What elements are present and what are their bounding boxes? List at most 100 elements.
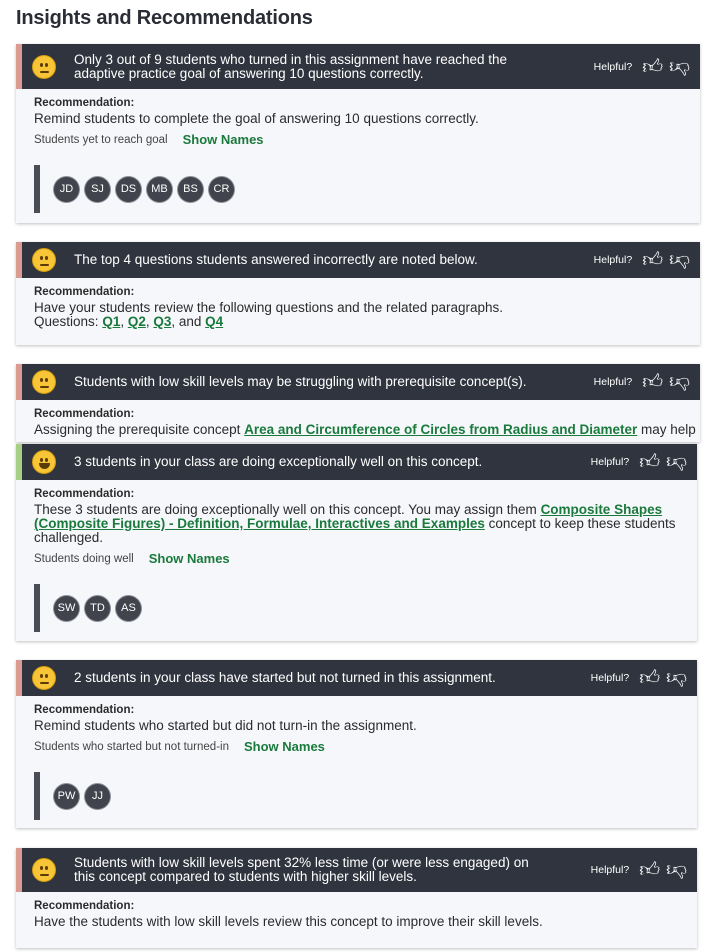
thumbs-up-icon[interactable]: 👍︎ (639, 452, 660, 472)
insight-text: Only 3 out of 9 students who turned in t… (74, 51, 508, 81)
insight-header: 2 students in your class have started bu… (16, 660, 697, 696)
insight-header: Students with low skill levels may be st… (16, 364, 700, 400)
helpful-feedback: Helpful? 👍︎ 👍︎ (593, 56, 690, 78)
thumbs-up-icon[interactable]: 👍︎ (642, 250, 663, 270)
recommendation-text: Have the students with low skill levels … (34, 914, 543, 929)
student-avatar-list: SW TD AS (34, 584, 679, 632)
questions-prefix: Questions: (34, 314, 99, 329)
show-names-link[interactable]: Show Names (149, 551, 230, 566)
questions-line: Questions: Q1, Q2, Q3, and Q4 (34, 315, 682, 329)
helpful-label: Helpful? (593, 376, 633, 388)
helpful-feedback: Helpful? 👍︎ 👍︎ (590, 859, 687, 881)
thumbs-down-icon[interactable]: 👍︎ (669, 371, 690, 393)
recommendation-label: Recommendation: (34, 704, 135, 716)
recommendation-label: Recommendation: (34, 97, 135, 109)
recommendation-text: Have your students review the following … (34, 300, 504, 315)
recommendation-label: Recommendation: (34, 286, 135, 298)
helpful-label: Helpful? (593, 254, 633, 266)
student-avatar[interactable]: MB (147, 176, 172, 202)
neutral-face-icon (32, 666, 56, 690)
question-link[interactable]: Q2 (128, 314, 146, 329)
recommendation-label: Recommendation: (34, 488, 135, 500)
insight-header: The top 4 questions students answered in… (16, 242, 700, 278)
neutral-face-icon (32, 858, 56, 882)
recommendation-body: Recommendation: These 3 students are doi… (16, 480, 697, 632)
recommendation-text: Remind students to complete the goal of … (34, 111, 479, 126)
helpful-label: Helpful? (593, 60, 633, 73)
student-avatar[interactable]: AS (116, 595, 141, 621)
student-avatar[interactable]: PW (54, 783, 79, 809)
student-avatar[interactable]: CR (209, 176, 234, 202)
recommendation-body: Recommendation: Remind students who star… (16, 696, 697, 820)
student-avatar[interactable]: TD (85, 595, 110, 621)
students-row: Students yet to reach goal Show Names (34, 132, 682, 147)
helpful-label: Helpful? (590, 456, 630, 468)
insight-header: 3 students in your class are doing excep… (16, 444, 697, 480)
separator: , (120, 314, 128, 329)
insight-text: Students with low skill levels may be st… (74, 374, 527, 389)
insight-header: Only 3 out of 9 students who turned in t… (16, 44, 700, 89)
insight-text: The top 4 questions students answered in… (74, 252, 478, 267)
question-link[interactable]: Q4 (205, 314, 223, 329)
neutral-face-icon (32, 248, 56, 272)
student-avatar[interactable]: BS (178, 176, 203, 202)
insight-card-not-turned-in: 2 students in your class have started bu… (16, 660, 697, 828)
happy-face-icon (32, 450, 56, 474)
helpful-feedback: Helpful? 👍︎ 👍︎ (590, 667, 687, 689)
page-title: Insights and Recommendations (16, 7, 313, 29)
question-link[interactable]: Q1 (102, 314, 120, 329)
helpful-label: Helpful? (590, 864, 630, 876)
recommendation-label: Recommendation: (34, 900, 135, 912)
recommendation-text-start: These 3 students are doing exceptionally… (34, 502, 541, 517)
recommendation-body: Recommendation: Have your students revie… (16, 278, 700, 329)
recommendation-text: Assigning the prerequisite concept Area … (34, 422, 696, 437)
recommendation-body: Recommendation: Have the students with l… (16, 892, 697, 929)
student-avatar-list: JD SJ DS MB BS CR (34, 165, 682, 213)
question-link[interactable]: Q3 (153, 314, 171, 329)
show-names-link[interactable]: Show Names (183, 132, 264, 147)
thumbs-down-icon[interactable]: 👍︎ (669, 249, 690, 271)
students-row: Students who started but not turned-in S… (34, 739, 679, 754)
recommendation-label: Recommendation: (34, 408, 135, 420)
separator: , and (171, 314, 206, 329)
thumbs-up-icon[interactable]: 👍︎ (639, 668, 660, 688)
recommendation-text: These 3 students are doing exceptionally… (34, 503, 679, 545)
prerequisite-concept-link[interactable]: Area and Circumference of Circles from R… (244, 422, 637, 437)
neutral-face-icon (32, 370, 56, 394)
thumbs-down-icon[interactable]: 👍︎ (669, 56, 690, 78)
recommendation-body: Recommendation: Assigning the prerequisi… (16, 400, 700, 437)
students-label: Students yet to reach goal (34, 133, 168, 146)
thumbs-up-icon[interactable]: 👍︎ (642, 57, 663, 77)
students-label: Students who started but not turned-in (34, 740, 229, 753)
helpful-feedback: Helpful? 👍︎ 👍︎ (590, 451, 687, 473)
helpful-feedback: Helpful? 👍︎ 👍︎ (593, 249, 690, 271)
recommendation-body: Recommendation: Remind students to compl… (16, 89, 700, 213)
recommendation-text-end: may help (637, 422, 696, 437)
student-avatar[interactable]: JD (54, 176, 79, 202)
insight-card-goal: Only 3 out of 9 students who turned in t… (16, 44, 700, 223)
students-row: Students doing well Show Names (34, 551, 679, 566)
show-names-link[interactable]: Show Names (244, 739, 325, 754)
student-avatar[interactable]: SW (54, 595, 79, 621)
insight-card-engagement: Students with low skill levels spent 32%… (16, 848, 697, 948)
thumbs-down-icon[interactable]: 👍︎ (666, 859, 687, 881)
insight-text: 2 students in your class have started bu… (74, 670, 496, 685)
helpful-label: Helpful? (590, 672, 630, 684)
insight-text: Students with low skill levels spent 32%… (74, 855, 529, 884)
student-avatar[interactable]: SJ (85, 176, 110, 202)
neutral-face-icon (32, 54, 56, 79)
student-avatar[interactable]: JJ (85, 783, 110, 809)
student-avatar-list: PW JJ (34, 772, 679, 820)
thumbs-down-icon[interactable]: 👍︎ (666, 451, 687, 473)
thumbs-down-icon[interactable]: 👍︎ (666, 667, 687, 689)
thumbs-up-icon[interactable]: 👍︎ (642, 372, 663, 392)
student-avatar[interactable]: DS (116, 176, 141, 202)
insight-text: 3 students in your class are doing excep… (74, 454, 483, 469)
insight-card-doing-well: 3 students in your class are doing excep… (16, 444, 697, 641)
students-label: Students doing well (34, 552, 134, 565)
thumbs-up-icon[interactable]: 👍︎ (639, 860, 660, 880)
recommendation-text: Remind students who started but did not … (34, 718, 417, 733)
insight-card-top-questions: The top 4 questions students answered in… (16, 242, 700, 345)
recommendation-text-start: Assigning the prerequisite concept (34, 422, 245, 437)
insight-header: Students with low skill levels spent 32%… (16, 848, 697, 892)
